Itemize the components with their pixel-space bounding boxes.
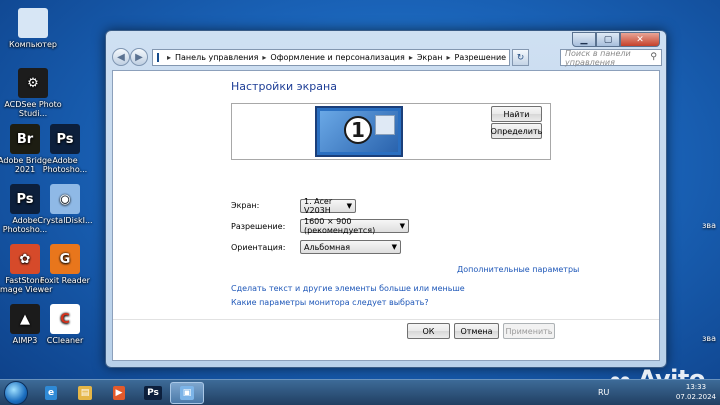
start-button[interactable]	[4, 381, 28, 405]
find-button[interactable]: Найти	[491, 106, 542, 122]
minimize-icon[interactable]: ▁	[572, 32, 596, 47]
clock-date: 07.02.2024	[675, 393, 716, 401]
app-icon: G	[50, 244, 80, 274]
taskbar-item[interactable]: ▣	[170, 382, 204, 404]
text-size-link[interactable]: Сделать текст и другие элементы больше и…	[231, 284, 465, 293]
desktop-icon-label: CCleaner	[46, 336, 84, 345]
monitor-preview: 1 Найти Определить	[231, 103, 551, 160]
desktop-partial-label: зва	[702, 221, 716, 230]
chevron-down-icon: ▼	[346, 202, 352, 210]
desktop-partial-label: зва	[702, 334, 716, 343]
caption-buttons: ▁ ▢ ✕	[572, 32, 660, 47]
desktop-icon[interactable]: Ps Adobe Photosho...	[34, 124, 96, 174]
control-panel-icon	[157, 53, 159, 62]
clock-time: 13:33	[685, 383, 707, 391]
navigation-bar: ◀ ▶ ▸ Панель управления ▸ Оформление и п…	[112, 48, 662, 68]
resolution-value: 1600 × 900 (рекомендуется)	[304, 217, 376, 235]
taskbar-app-icon: ▶	[112, 386, 126, 400]
back-arrow-icon[interactable]: ◀	[112, 48, 130, 66]
breadcrumb-separator-icon: ▸	[167, 53, 172, 62]
taskbar: e ▤ ▶ Ps ▣ RU 13:33 07.02.2024	[0, 379, 720, 405]
taskbar-item[interactable]: ▶	[102, 382, 136, 404]
apply-button[interactable]: Применить	[503, 323, 555, 339]
orientation-label: Ориентация:	[231, 243, 286, 252]
ok-button[interactable]: ОК	[407, 323, 450, 339]
search-input[interactable]: Поиск в панели управления ⚲	[560, 48, 662, 67]
resolution-label: Разрешение:	[231, 222, 286, 231]
breadcrumb-item[interactable]: Разрешение экрана	[455, 53, 510, 62]
search-icon[interactable]: ⚲	[650, 52, 657, 62]
breadcrumb-separator-icon: ▸	[262, 53, 267, 62]
breadcrumb-separator-icon: ▸	[446, 53, 451, 62]
desktop-icon-label: Adobe Photosho...	[42, 156, 88, 174]
screen-select[interactable]: 1. Acer V203H ▼	[300, 197, 356, 215]
app-icon: C	[50, 304, 80, 334]
taskbar-item[interactable]: ▤	[68, 382, 102, 404]
language-indicator[interactable]: RU	[598, 388, 609, 397]
refresh-icon[interactable]: ↻	[512, 49, 529, 66]
orientation-select[interactable]: Альбомная ▼	[300, 240, 401, 254]
screen-label: Экран:	[231, 201, 260, 210]
search-placeholder: Поиск в панели управления	[565, 48, 631, 67]
cancel-button[interactable]: Отмена	[454, 323, 499, 339]
desktop-icon-label: ACDSee Photo Studi...	[4, 100, 62, 118]
maximize-icon[interactable]: ▢	[596, 32, 620, 47]
monitor-1-icon[interactable]: 1	[315, 106, 403, 157]
breadcrumb-item[interactable]: Оформление и персонализация	[270, 53, 404, 62]
address-bar[interactable]: ▸ Панель управления ▸ Оформление и персо…	[152, 49, 510, 66]
app-icon	[18, 8, 48, 38]
chevron-down-icon: ▼	[391, 243, 397, 251]
monitor-ghost	[375, 115, 395, 135]
taskbar-item[interactable]: e	[34, 382, 68, 404]
taskbar-app-icon: Ps	[144, 386, 162, 400]
divider	[113, 319, 659, 320]
breadcrumb-separator-icon: ▸	[408, 53, 413, 62]
desktop-icon[interactable]: ⚙ ACDSee Photo Studi...	[2, 68, 64, 118]
app-icon: Ps	[50, 124, 80, 154]
detect-button[interactable]: Определить	[491, 123, 542, 139]
desktop-icon[interactable]: Компьютер	[2, 8, 64, 49]
close-icon[interactable]: ✕	[620, 32, 660, 47]
which-settings-link[interactable]: Какие параметры монитора следует выбрать…	[231, 298, 429, 307]
page-title: Настройки экрана	[231, 80, 337, 93]
taskbar-app-icon: ▤	[77, 386, 93, 400]
desktop-icon[interactable]: C CCleaner	[34, 304, 96, 345]
app-icon: ◉	[50, 184, 80, 214]
taskbar-app-icon: ▣	[179, 386, 195, 400]
monitor-number: 1	[344, 116, 372, 144]
forward-arrow-icon[interactable]: ▶	[130, 48, 148, 66]
breadcrumb-item[interactable]: Панель управления	[175, 53, 258, 62]
desktop-icon-label: Компьютер	[9, 40, 57, 49]
taskbar-app-icon: e	[44, 386, 58, 400]
orientation-value: Альбомная	[304, 242, 351, 252]
advanced-settings-link[interactable]: Дополнительные параметры	[457, 265, 579, 274]
desktop-icon-label: CrystalDiskI...	[37, 216, 93, 225]
content-pane: Настройки экрана 1 Найти Определить Экра…	[112, 70, 660, 361]
taskbar-item[interactable]: Ps	[136, 382, 170, 404]
chevron-down-icon: ▼	[399, 222, 405, 230]
clock[interactable]: 13:33 07.02.2024	[676, 382, 716, 402]
app-icon: ⚙	[18, 68, 48, 98]
screen-resolution-window: ▁ ▢ ✕ ◀ ▶ ▸ Панель управления ▸ Оформлен…	[105, 30, 667, 368]
resolution-select[interactable]: 1600 × 900 (рекомендуется) ▼	[300, 217, 409, 235]
desktop-icon[interactable]: G Foxit Reader	[34, 244, 96, 285]
desktop-icon[interactable]: ◉ CrystalDiskI...	[34, 184, 96, 225]
desktop-icon-label: Foxit Reader	[40, 276, 90, 285]
breadcrumb-item[interactable]: Экран	[417, 53, 443, 62]
